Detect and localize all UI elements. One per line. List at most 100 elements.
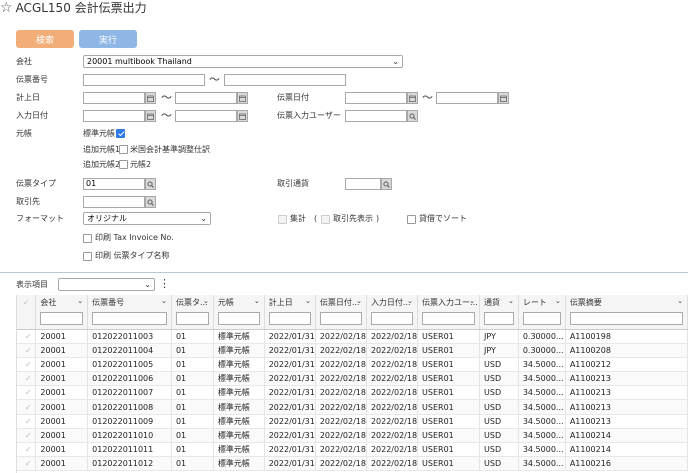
- column-filter-input[interactable]: [370, 312, 414, 326]
- table-cell: A1100213: [565, 385, 688, 401]
- row-select-cell[interactable]: ✓: [17, 456, 37, 472]
- show-partner-label: 取引先表示: [333, 214, 373, 223]
- company-select[interactable]: 20001 multibook Thailand ⌄: [83, 55, 403, 68]
- print-type-checkbox[interactable]: [83, 252, 92, 261]
- voucher-no-from-input[interactable]: [83, 74, 205, 86]
- search-icon[interactable]: [145, 178, 156, 190]
- column-filter-input[interactable]: [569, 312, 683, 326]
- calendar-icon[interactable]: [237, 92, 248, 104]
- column-filter-input[interactable]: [175, 312, 209, 326]
- row-select-cell[interactable]: ✓: [17, 428, 37, 444]
- column-filter-input[interactable]: [268, 312, 311, 326]
- input-date-from-input[interactable]: [83, 110, 145, 122]
- column-header[interactable]: 通貨 ⌄: [479, 295, 519, 309]
- trade-currency-input[interactable]: [345, 178, 381, 190]
- show-partner-checkbox[interactable]: [321, 215, 330, 224]
- row-select-cell[interactable]: ✓: [17, 385, 37, 401]
- row-select-cell[interactable]: ✓: [17, 329, 37, 344]
- calendar-icon[interactable]: [407, 92, 418, 104]
- column-header[interactable]: 伝票摘要 ⌄: [565, 295, 688, 309]
- posting-date-from-input[interactable]: [83, 92, 145, 104]
- column-header[interactable]: 元帳 ⌄: [213, 295, 265, 309]
- column-filter-input[interactable]: [92, 312, 167, 326]
- voucher-no-to-input[interactable]: [224, 74, 346, 86]
- paren-open: (: [314, 214, 318, 223]
- company-label: 会社: [16, 57, 32, 66]
- column-filter-input[interactable]: [217, 312, 260, 326]
- calendar-icon[interactable]: [145, 110, 156, 122]
- chevron-down-icon: ⌄: [677, 297, 683, 305]
- table-cell: USD: [479, 399, 519, 415]
- format-select[interactable]: オリジナル ⌄: [83, 212, 211, 225]
- calendar-icon[interactable]: [498, 92, 509, 104]
- table-row[interactable]: ✓ 20001 012022011008 01 標準元帳 2022/01/31 2022/0…: [17, 399, 688, 415]
- table-row[interactable]: ✓ 20001 012022011006 01 標準元帳 2022/01/31 2022/0…: [17, 371, 688, 387]
- search-icon[interactable]: [407, 110, 418, 122]
- aggregate-checkbox[interactable]: [278, 215, 287, 224]
- column-filter-input[interactable]: [40, 312, 84, 326]
- column-header[interactable]: 会社 ⌄: [35, 295, 89, 309]
- table-cell: 20001: [35, 442, 89, 458]
- row-select-cell[interactable]: ✓: [17, 357, 37, 373]
- std-ledger-checkbox[interactable]: [116, 129, 125, 138]
- add-ledger2-checkbox[interactable]: [119, 160, 128, 169]
- search-icon[interactable]: [145, 196, 156, 208]
- table-row[interactable]: ✓ 20001 012022011005 01 標準元帳 2022/01/31 2022/0…: [17, 357, 688, 373]
- filter-cell: [366, 309, 419, 330]
- voucher-date-to-input[interactable]: [436, 92, 498, 104]
- voucher-type-input[interactable]: 01: [83, 178, 145, 190]
- column-header[interactable]: 伝票番号 ⌄: [87, 295, 172, 309]
- row-select-cell[interactable]: ✓: [17, 414, 37, 429]
- input-user-input[interactable]: [345, 110, 407, 122]
- table-cell: 01: [171, 428, 214, 444]
- search-icon[interactable]: [381, 178, 392, 190]
- row-select-cell[interactable]: ✓: [17, 343, 37, 358]
- table-cell: USER01: [417, 399, 481, 415]
- print-tax-checkbox[interactable]: [83, 234, 92, 243]
- select-all-cell[interactable]: ✓: [17, 295, 37, 309]
- search-button[interactable]: 検索: [16, 30, 74, 48]
- column-filter-input[interactable]: [522, 312, 561, 326]
- voucher-no-label: 伝票番号: [16, 75, 48, 84]
- table-row[interactable]: ✓ 20001 012022011009 01 標準元帳 2022/01/31 2022/0…: [17, 414, 688, 429]
- table-cell: 34.5000...: [518, 442, 566, 458]
- row-select-cell[interactable]: ✓: [17, 371, 37, 387]
- column-header[interactable]: 入力日付... ⌄: [366, 295, 419, 309]
- row-select-cell[interactable]: ✓: [17, 399, 37, 415]
- table-cell: 012022011011: [87, 442, 172, 458]
- calendar-icon[interactable]: [237, 110, 248, 122]
- column-filter-input[interactable]: [484, 312, 514, 326]
- execute-button[interactable]: 実行: [79, 30, 137, 48]
- column-header[interactable]: 伝票入力ユー... ⌄: [417, 295, 481, 309]
- table-row[interactable]: ✓ 20001 012022011011 01 標準元帳 2022/01/31 2022/0…: [17, 442, 688, 458]
- table-cell: 2022/02/18: [315, 357, 367, 373]
- column-filter-input[interactable]: [319, 312, 362, 326]
- check-icon: ✓: [24, 416, 32, 426]
- display-items-select[interactable]: ⌄: [58, 278, 155, 291]
- more-options-icon[interactable]: ⋮: [159, 277, 170, 291]
- posting-date-to-input[interactable]: [175, 92, 237, 104]
- add-ledger1-checkbox[interactable]: [119, 145, 128, 154]
- table-row[interactable]: ✓ 20001 012022011004 01 標準元帳 2022/01/31 2022/0…: [17, 343, 688, 358]
- grid-body: ✓ 20001 012022011003 01 標準元帳 2022/01/31 2022/0…: [17, 329, 688, 472]
- table-cell: 標準元帳: [213, 428, 265, 444]
- partner-input[interactable]: [83, 196, 145, 208]
- row-select-cell[interactable]: ✓: [17, 442, 37, 458]
- column-header[interactable]: 伝票タ... ⌄: [171, 295, 214, 309]
- sort-checkbox[interactable]: [407, 215, 416, 224]
- table-row[interactable]: ✓ 20001 012022011012 01 標準元帳 2022/01/31 2022/0…: [17, 456, 688, 472]
- table-cell: 標準元帳: [213, 329, 265, 344]
- table-cell: 2022/02/18: [366, 343, 419, 358]
- calendar-icon[interactable]: [145, 92, 156, 104]
- table-row[interactable]: ✓ 20001 012022011007 01 標準元帳 2022/01/31 2022/0…: [17, 385, 688, 401]
- input-date-to-input[interactable]: [175, 110, 237, 122]
- table-row[interactable]: ✓ 20001 012022011010 01 標準元帳 2022/01/31 2022/0…: [17, 428, 688, 444]
- column-header[interactable]: 伝票日付... ⌄: [315, 295, 367, 309]
- table-cell: A1100213: [565, 371, 688, 387]
- star-outline-icon[interactable]: ☆: [0, 1, 13, 15]
- column-filter-input[interactable]: [422, 312, 476, 326]
- column-header[interactable]: レート ⌄: [518, 295, 566, 309]
- table-row[interactable]: ✓ 20001 012022011003 01 標準元帳 2022/01/31 2022/0…: [17, 329, 688, 344]
- voucher-date-from-input[interactable]: [345, 92, 407, 104]
- column-header[interactable]: 計上日 ⌄: [264, 295, 316, 309]
